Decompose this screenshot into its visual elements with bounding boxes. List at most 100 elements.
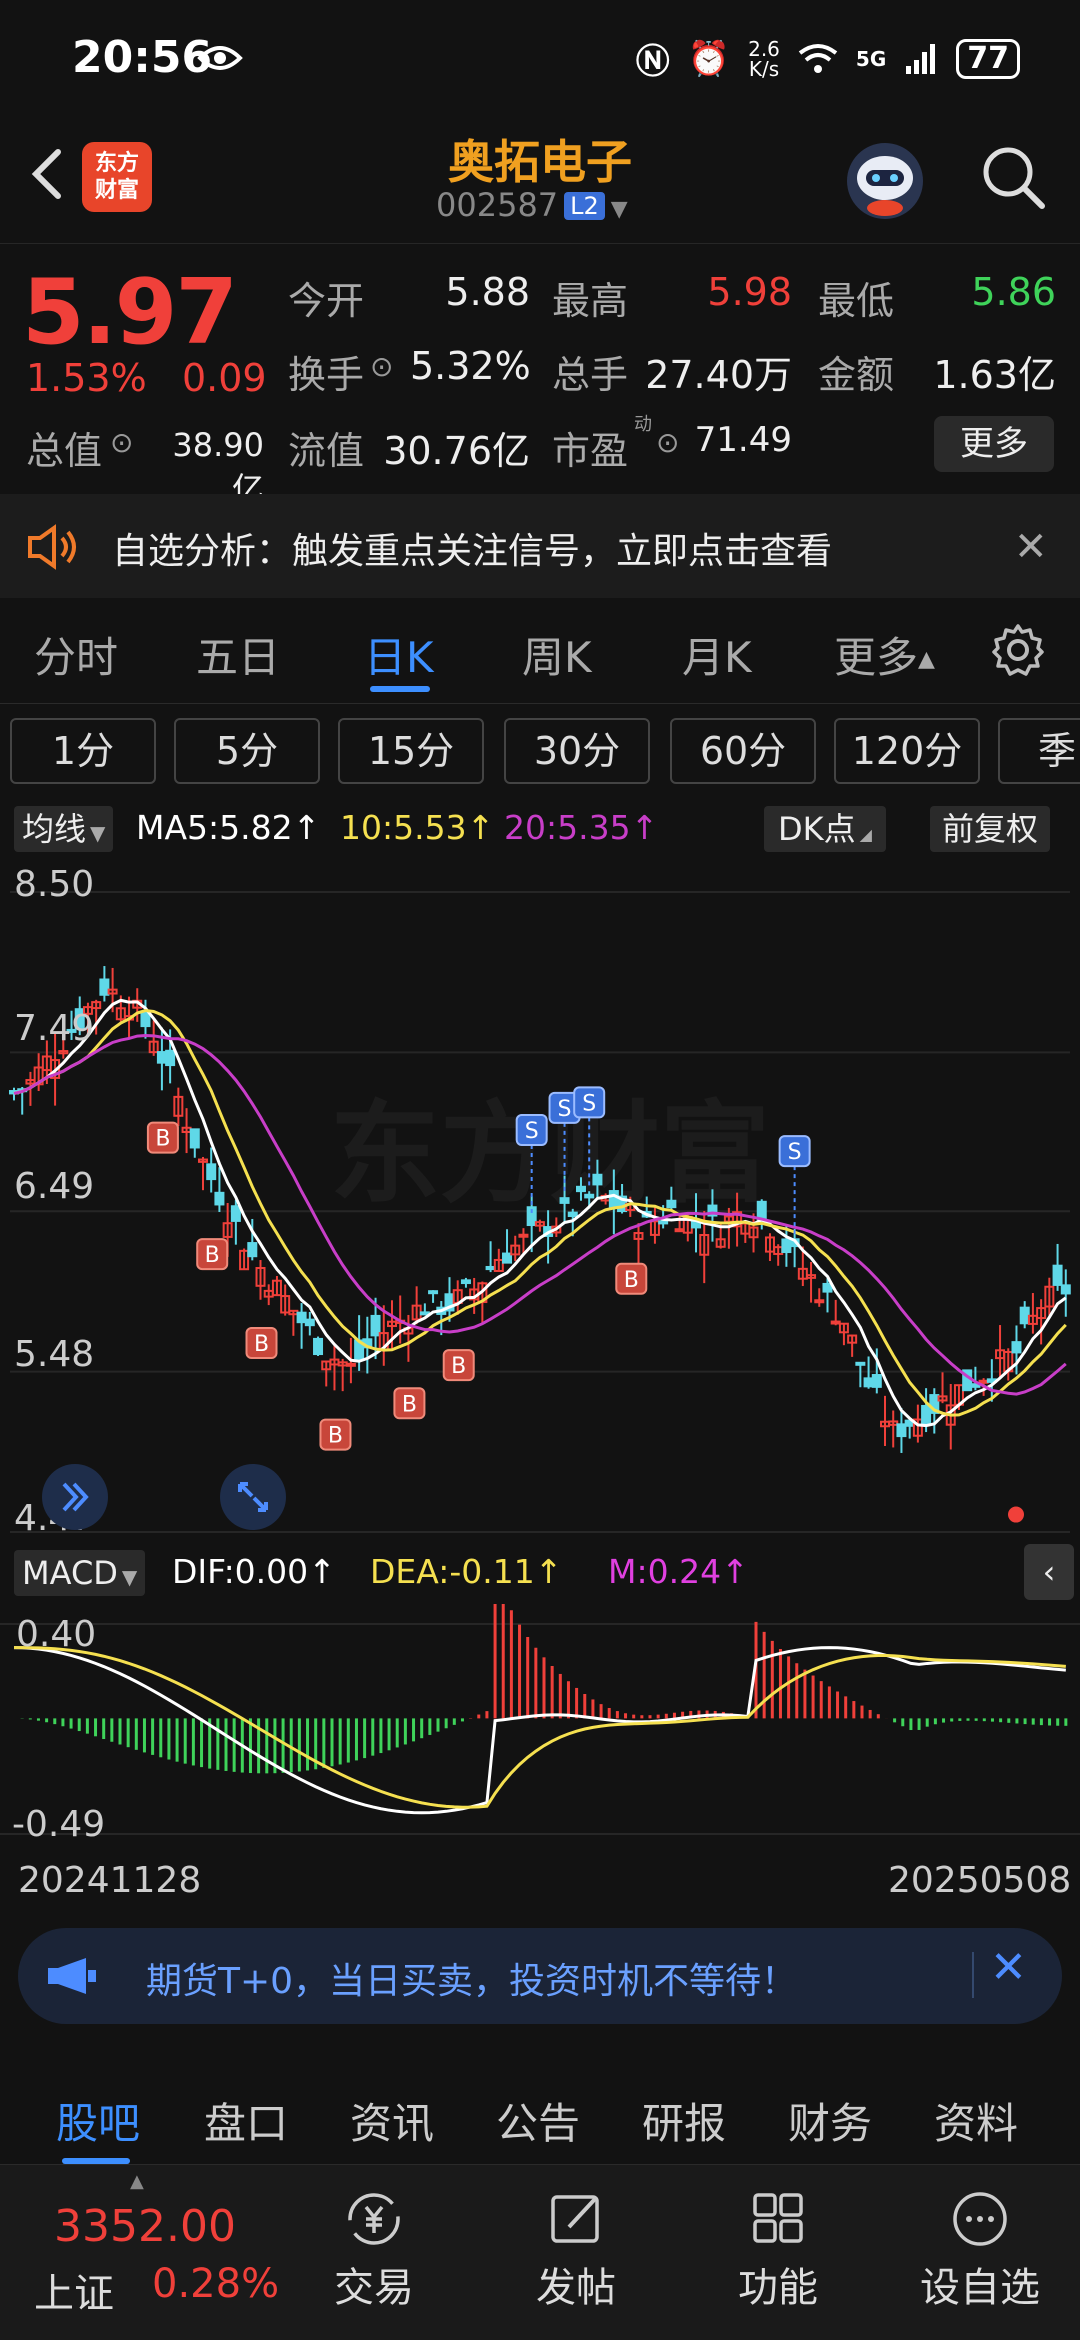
chip-120min[interactable]: 120分 <box>834 718 980 784</box>
minute-period-chips: 1分 5分 15分 30分 60分 120分 季 <box>0 706 1080 796</box>
candle-body <box>592 1173 603 1186</box>
candle-body <box>674 1228 685 1233</box>
tab-finance[interactable]: 财务 <box>788 2090 872 2151</box>
trade-button[interactable]: 交易 <box>304 2187 444 2313</box>
kline-chart[interactable]: 东方财富BBBBBBBSSSS 8.50 7.49 6.49 5.48 4.47 <box>0 862 1080 1542</box>
kline-svg: 东方财富BBBBBBBSS SS <box>9 891 1071 1533</box>
candle-body <box>559 1197 570 1204</box>
expand-panel-button[interactable] <box>42 1464 108 1530</box>
candle-body <box>370 1314 381 1337</box>
index-name: 上证 <box>34 2271 114 2317</box>
close-icon[interactable]: ✕ <box>1014 524 1048 570</box>
candle-body <box>165 1049 176 1067</box>
yen-exchange-icon <box>348 2193 400 2245</box>
stock-code-row[interactable]: 002587 L2 ▼ <box>436 186 628 224</box>
chip-5min[interactable]: 5分 <box>174 718 320 784</box>
search-icon[interactable] <box>978 142 1048 212</box>
macd-selector[interactable]: MACD ▼ <box>14 1550 146 1596</box>
more-quote-button[interactable]: 更多 <box>934 416 1054 472</box>
index-ticker[interactable]: 3352.00 上证 0.28% <box>0 2165 290 2340</box>
index-percent: 0.28% <box>152 2261 280 2307</box>
chevron-down-icon: ▼ <box>90 821 106 845</box>
post-button[interactable]: 发帖 <box>506 2187 646 2313</box>
tab-orderbook[interactable]: 盘口 <box>204 2090 288 2151</box>
chip-quarter[interactable]: 季 <box>998 718 1080 784</box>
turnover-label: 换手 <box>288 353 365 397</box>
amount-label: 金额 <box>818 353 895 397</box>
info-icon[interactable]: ⊙ <box>656 426 679 459</box>
buy-marker-label: B <box>451 1354 466 1379</box>
tab-weekly-k[interactable]: 周K <box>522 624 592 685</box>
settings-gear-icon[interactable] <box>990 622 1046 678</box>
date-end: 20250508 <box>888 1860 1072 1901</box>
date-start: 20241128 <box>18 1860 202 1901</box>
divider <box>972 1952 974 1998</box>
chip-1min[interactable]: 1分 <box>10 718 156 784</box>
candle-body <box>781 1238 792 1254</box>
add-watchlist-button[interactable]: 设自选 <box>910 2187 1050 2313</box>
fullscreen-button[interactable] <box>220 1464 286 1530</box>
candle-body <box>666 1199 677 1209</box>
chip-30min[interactable]: 30分 <box>504 718 650 784</box>
candle-body <box>855 1361 866 1366</box>
macd-svg <box>0 1572 1080 1835</box>
edit-icon <box>551 2195 599 2243</box>
tab-announcements[interactable]: 公告 <box>496 2090 580 2151</box>
tab-intraday[interactable]: 分时 <box>34 624 118 685</box>
candle-body <box>871 1374 882 1388</box>
low-value: 5.86 <box>971 270 1056 314</box>
ma5-value: MA5:5.82↑ <box>136 808 321 847</box>
stock-header: 东方 财富 奥拓电子 002587 L2 ▼ <box>0 120 1080 244</box>
adjust-button[interactable]: 前复权 <box>930 806 1051 852</box>
macd-chart[interactable]: 0.40 -0.49 <box>0 1572 1080 1854</box>
close-icon[interactable]: ✕ <box>990 1942 1027 1993</box>
futures-promo-banner[interactable]: 期货T+0，当日买卖，投资时机不等待！ ✕ <box>18 1928 1062 2024</box>
y-label-3: 6.49 <box>14 1166 95 1207</box>
y-label-2: 7.49 <box>14 1008 95 1049</box>
speaker-icon <box>28 524 76 570</box>
candle-body <box>575 1185 586 1193</box>
tab-news[interactable]: 资讯 <box>350 2090 434 2151</box>
corner-icon: ◢ <box>859 825 872 844</box>
caret-up-icon: ▲ <box>918 647 935 672</box>
chevron-left-icon[interactable]: ‹ <box>1024 1544 1074 1600</box>
candle-body <box>460 1279 471 1285</box>
robot-assistant-icon[interactable] <box>840 136 930 226</box>
tab-daily-k[interactable]: 日K <box>364 624 434 685</box>
function-button[interactable]: 功能 <box>708 2187 848 2313</box>
candle-body <box>189 1128 200 1149</box>
tab-profile[interactable]: 资料 <box>934 2090 1018 2151</box>
candle-body <box>313 1337 324 1356</box>
candle-body <box>756 1200 767 1221</box>
tab-five-day[interactable]: 五日 <box>196 624 280 685</box>
dk-point-label: DK点 <box>778 810 856 848</box>
dk-point-button[interactable]: DK点 ◢ <box>764 806 886 852</box>
change-percent: 1.53% <box>26 356 147 400</box>
info-icon[interactable]: ⊙ <box>110 426 133 459</box>
function-label: 功能 <box>738 2265 818 2311</box>
tab-more[interactable]: 更多▲ <box>834 624 935 685</box>
tab-research[interactable]: 研报 <box>642 2090 726 2151</box>
info-icon[interactable]: ⊙ <box>370 350 393 383</box>
candle-body <box>896 1423 907 1438</box>
tab-forum[interactable]: 股吧 <box>56 2090 140 2151</box>
sell-marker-label: S <box>788 1140 802 1165</box>
candle-body <box>304 1318 315 1327</box>
macd-selector-label: MACD <box>22 1554 118 1592</box>
chip-60min[interactable]: 60分 <box>670 718 816 784</box>
high-label: 最高 <box>552 279 629 323</box>
candle-body <box>99 978 110 996</box>
clock: 20:56 <box>72 32 213 83</box>
fullscreen-icon <box>238 1482 268 1512</box>
sell-marker-label: S <box>525 1119 539 1144</box>
candle-body <box>830 1320 841 1325</box>
candle-body <box>345 1362 356 1367</box>
chip-15min[interactable]: 15分 <box>338 718 484 784</box>
indicator-selector[interactable]: 均线 ▼ <box>14 806 114 852</box>
notice-text: 自选分析：触发重点关注信号，立即点击查看 <box>112 531 833 572</box>
analysis-notice[interactable]: 自选分析：触发重点关注信号，立即点击查看 ✕ <box>0 494 1080 598</box>
candle-body <box>518 1233 529 1238</box>
volume-label: 总手 <box>552 353 629 397</box>
y-label-4: 5.48 <box>14 1334 95 1375</box>
tab-monthly-k[interactable]: 月K <box>682 624 752 685</box>
